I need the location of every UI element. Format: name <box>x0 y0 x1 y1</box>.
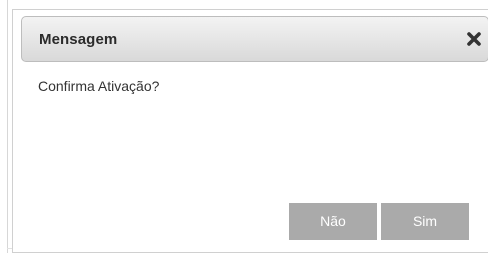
confirm-dialog: Mensagem Confirma Ativação? Não Sim <box>12 9 488 253</box>
outer-frame-line <box>7 0 8 253</box>
no-button[interactable]: Não <box>289 203 377 240</box>
close-icon[interactable] <box>464 29 484 49</box>
dialog-message: Confirma Ativação? <box>38 78 160 94</box>
dialog-title: Mensagem <box>39 31 118 48</box>
yes-button[interactable]: Sim <box>381 203 469 240</box>
dialog-header: Mensagem <box>21 16 488 62</box>
